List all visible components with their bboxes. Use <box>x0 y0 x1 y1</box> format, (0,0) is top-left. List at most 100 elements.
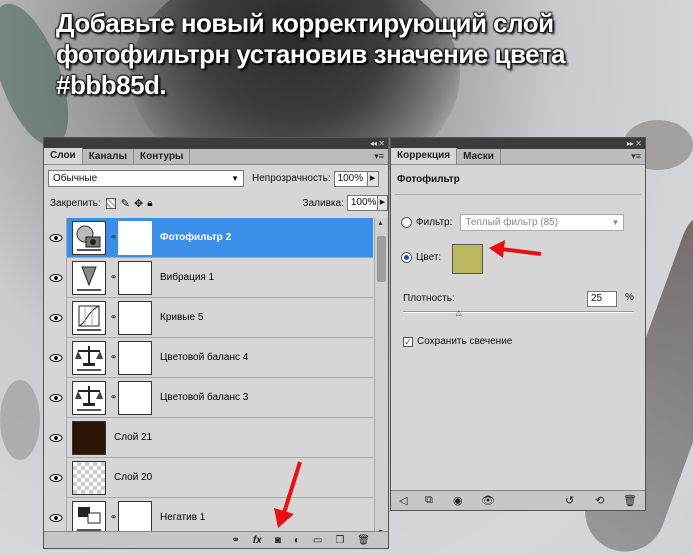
close-icon[interactable]: ✕ <box>378 139 385 148</box>
link-icon[interactable]: ⚭ <box>231 535 239 546</box>
filter-select[interactable]: Теплый фильтр (85) ▼ <box>460 214 625 231</box>
layer-mask-thumbnail[interactable] <box>118 300 152 335</box>
instruction-headline: Добавьте новый корректирующий слой фотоф… <box>56 8 616 101</box>
layer-thumbnail-transparent <box>72 460 106 495</box>
panel-menu-icon[interactable]: ▾≡ <box>374 151 384 162</box>
lock-all-icon[interactable]: 🔒︎ <box>147 198 152 209</box>
visibility-eye-icon[interactable] <box>45 337 67 378</box>
layers-scrollbar[interactable]: ▲ ▼ <box>374 218 388 538</box>
layer-row[interactable]: ⚭ Вибрация 1 <box>45 257 373 298</box>
trash-icon[interactable]: 🗑︎ <box>623 494 637 507</box>
adjustments-bottom-toolbar: ◁ ⧉ ◉ 👁︎ ↺ ⟲ 🗑︎ <box>391 490 645 510</box>
fill-slider-toggle[interactable]: ▶ <box>377 195 388 211</box>
adjustment-icon[interactable]: ◐ <box>294 535 300 546</box>
mask-icon[interactable]: ◙ <box>275 535 281 546</box>
annotation-arrow-color <box>489 240 542 258</box>
visibility-eye-icon[interactable] <box>45 417 67 458</box>
previous-state-icon[interactable]: ↺ <box>565 494 574 507</box>
headline-line-3: #bbb85d. <box>56 70 167 100</box>
collapse-icon[interactable]: ▸▸ <box>627 139 634 148</box>
density-slider-knob[interactable]: △ <box>456 308 462 317</box>
color-radio[interactable] <box>401 252 412 263</box>
density-unit: % <box>625 292 634 303</box>
trash-icon[interactable]: 🗑︎ <box>357 535 370 546</box>
layer-mask-thumbnail[interactable] <box>118 380 152 415</box>
visibility-eye-icon[interactable] <box>45 377 67 418</box>
filter-radio[interactable] <box>401 217 412 228</box>
invert-icon <box>72 500 106 535</box>
view-previous-eye-icon[interactable]: 👁︎ <box>481 494 495 507</box>
lock-brush-icon[interactable]: ✎ <box>121 197 130 210</box>
group-icon[interactable]: ▭ <box>313 535 322 546</box>
panel-menu-icon[interactable]: ▾≡ <box>631 151 641 162</box>
layer-name[interactable]: Слой 20 <box>114 472 152 483</box>
adjustments-tabbar: Коррекция Маски ▾≡ <box>391 148 645 165</box>
mask-link-icon[interactable]: ⚭ <box>109 232 118 243</box>
preserve-luminosity-label: Сохранить свечение <box>417 336 513 347</box>
preserve-luminosity-checkbox[interactable]: ✓ <box>403 336 413 347</box>
blend-mode-select[interactable]: Обычные ▼ <box>48 170 244 187</box>
layer-name[interactable]: Кривые 5 <box>160 312 203 323</box>
density-slider-track[interactable] <box>403 311 634 313</box>
tab-channels[interactable]: Каналы <box>83 149 134 164</box>
color-swatch[interactable] <box>452 244 483 274</box>
layer-mask-thumbnail[interactable] <box>118 500 152 535</box>
layer-name[interactable]: Цветовой баланс 3 <box>160 392 248 403</box>
new-layer-icon[interactable]: ❐ <box>335 535 344 546</box>
scroll-up-icon[interactable]: ▲ <box>377 220 384 227</box>
color-balance-icon <box>72 380 106 415</box>
opacity-label: Непрозрачность: <box>252 173 331 184</box>
tab-paths[interactable]: Контуры <box>134 149 191 164</box>
tab-masks[interactable]: Маски <box>457 149 501 164</box>
layer-thumbnail-dark-fill <box>72 420 106 455</box>
layer-name[interactable]: Фотофильтр 2 <box>160 232 231 243</box>
layers-tabbar: Слои Каналы Контуры ▾≡ <box>44 148 388 165</box>
layers-panel: ◂◂ ✕ Слои Каналы Контуры ▾≡ Обычные ▼ Не… <box>43 137 389 549</box>
layer-row[interactable]: ⚭ Фотофильтр 2 <box>45 218 373 258</box>
layer-row[interactable]: ⚭ Цветовой баланс 3 <box>45 377 373 418</box>
visibility-eye-icon[interactable] <box>45 218 67 258</box>
visibility-eye-icon[interactable] <box>45 457 67 498</box>
tab-layers[interactable]: Слои <box>44 148 83 164</box>
clip-to-layer-icon[interactable]: ⧉ <box>425 494 433 507</box>
lock-move-icon[interactable]: ✥ <box>134 197 143 210</box>
filter-label: Фильтр: <box>416 217 453 228</box>
mask-link-icon[interactable]: ⚭ <box>109 272 118 283</box>
tab-adjustments[interactable]: Коррекция <box>391 148 458 164</box>
vibrance-icon <box>72 260 106 295</box>
layer-name[interactable]: Цветовой баланс 4 <box>160 352 248 363</box>
density-input[interactable]: 25 <box>587 291 617 307</box>
headline-line-1: Добавьте новый корректирующий слой <box>56 8 554 38</box>
opacity-slider-toggle[interactable]: ▶ <box>367 170 379 187</box>
layer-row[interactable]: ⚭ Кривые 5 <box>45 297 373 338</box>
visibility-eye-icon[interactable] <box>45 257 67 298</box>
layer-row[interactable]: ⚭ Цветовой баланс 4 <box>45 337 373 378</box>
mask-link-icon[interactable]: ⚭ <box>109 512 118 523</box>
layer-mask-thumbnail[interactable] <box>118 260 152 295</box>
mask-link-icon[interactable]: ⚭ <box>109 312 118 323</box>
opacity-input[interactable]: 100% <box>333 170 368 187</box>
back-arrow-icon[interactable]: ◁ <box>399 494 407 507</box>
scrollbar-thumb[interactable] <box>377 236 386 282</box>
toggle-visibility-icon[interactable]: ◉ <box>453 494 463 507</box>
fill-input[interactable]: 100% <box>346 195 378 211</box>
density-label: Плотность: <box>403 293 455 304</box>
reset-icon[interactable]: ⟲ <box>595 494 604 507</box>
color-balance-icon <box>72 340 106 375</box>
layer-mask-thumbnail[interactable] <box>118 340 152 375</box>
layer-name[interactable]: Слой 21 <box>114 432 152 443</box>
mask-link-icon[interactable]: ⚭ <box>109 392 118 403</box>
layer-row[interactable]: Слой 21 <box>45 417 373 458</box>
fx-icon[interactable]: fx <box>253 535 262 546</box>
panel-title: Фотофильтр <box>397 174 460 185</box>
visibility-eye-icon[interactable] <box>45 297 67 338</box>
mask-link-icon[interactable]: ⚭ <box>109 352 118 363</box>
panel-collapse-bar[interactable]: ◂◂ ✕ <box>44 138 388 149</box>
close-icon[interactable]: ✕ <box>635 139 642 148</box>
lock-transparency-icon[interactable] <box>105 197 116 209</box>
layer-row[interactable]: Слой 20 <box>45 457 373 498</box>
layer-name[interactable]: Вибрация 1 <box>160 272 214 283</box>
layer-mask-thumbnail[interactable] <box>118 220 152 255</box>
layer-name[interactable]: Негатив 1 <box>160 512 205 523</box>
collapse-icon[interactable]: ◂◂ <box>370 139 377 148</box>
